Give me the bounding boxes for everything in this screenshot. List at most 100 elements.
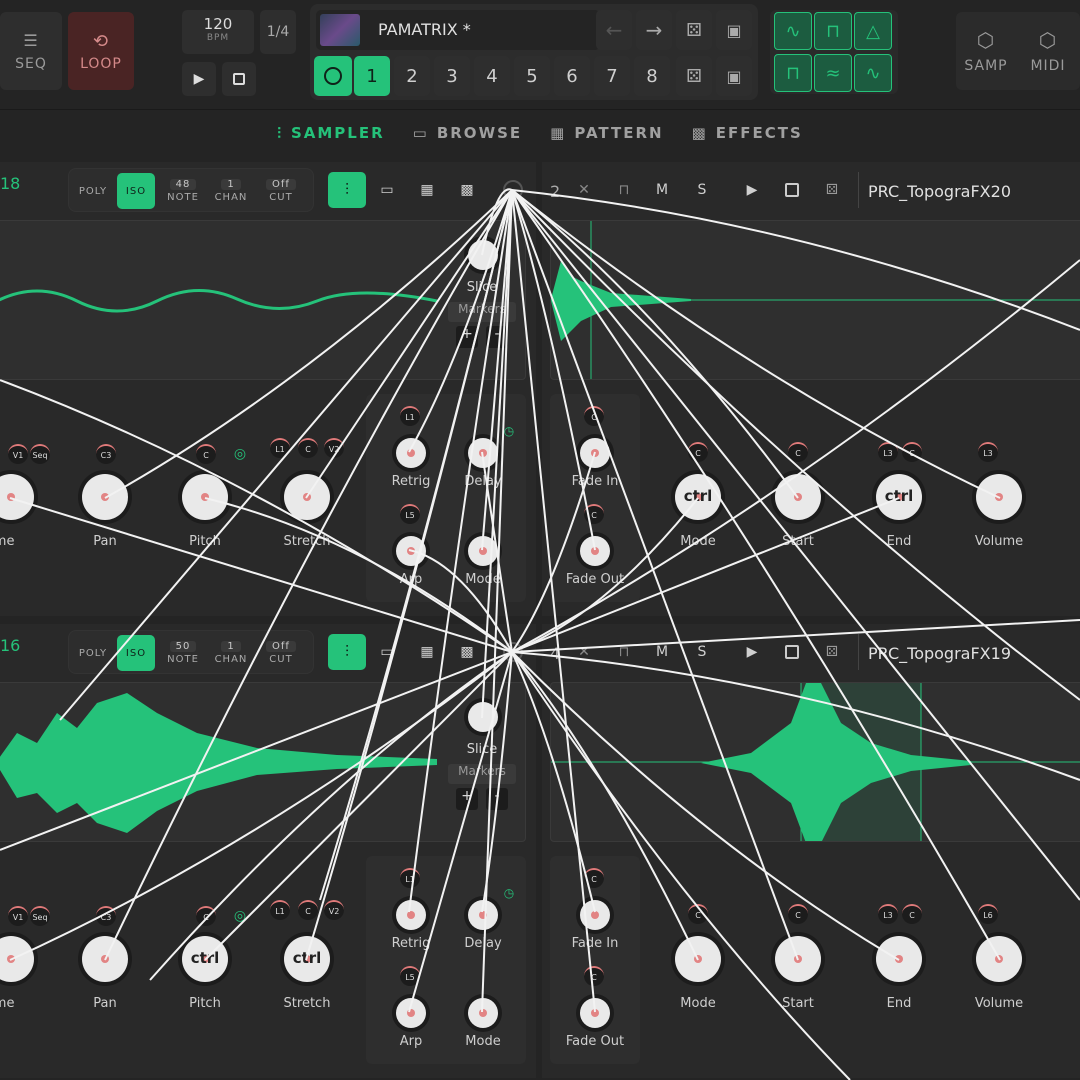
sampler-view-button[interactable]: ⫶	[328, 172, 366, 208]
dice-icon[interactable]: ⚄	[820, 640, 844, 664]
close-icon[interactable]: ✕	[572, 640, 596, 664]
add-marker-button[interactable]: +	[456, 788, 478, 810]
mod-tag[interactable]: L3	[978, 442, 998, 462]
lock-icon[interactable]: ⊓	[612, 178, 636, 202]
mod-tag[interactable]: C	[196, 906, 216, 926]
slice-knob[interactable]	[468, 702, 498, 732]
cut-select[interactable]: Off CUT	[259, 173, 303, 209]
pattern-slot-5[interactable]: 5	[514, 56, 550, 96]
start-knob[interactable]	[775, 474, 821, 520]
play-button[interactable]: ▶	[182, 62, 216, 96]
pattern-view-button[interactable]: ▦	[414, 176, 440, 204]
mod-tag[interactable]: L6	[978, 904, 998, 924]
mod-tag[interactable]: L3	[878, 904, 898, 924]
random-wave-icon[interactable]: ≈	[814, 54, 852, 92]
end-knob[interactable]: ctrl	[876, 474, 922, 520]
end-knob[interactable]	[876, 936, 922, 982]
remove-marker-button[interactable]: -	[486, 788, 508, 810]
stop-track-button[interactable]	[780, 640, 804, 664]
mute-button[interactable]: M	[650, 178, 674, 202]
randomize-preset-button[interactable]: ⚄	[676, 10, 712, 50]
fade-in-knob[interactable]	[580, 900, 610, 930]
stretch-knob[interactable]	[284, 474, 330, 520]
mod-tag[interactable]: C	[902, 904, 922, 924]
browse-view-button[interactable]: ▭	[374, 638, 400, 666]
mode-knob[interactable]: ctrl	[675, 474, 721, 520]
target-icon[interactable]: ◎	[228, 904, 252, 928]
volume-knob[interactable]	[976, 936, 1022, 982]
preset-selector[interactable]: PAMATRIX *	[316, 10, 600, 50]
sampler-view-button[interactable]: ⫶	[328, 634, 366, 670]
mod-tag[interactable]: L1	[400, 868, 420, 888]
bpm-display[interactable]: 120 BPM	[182, 10, 254, 54]
poly-button[interactable]: POLY	[73, 635, 113, 671]
volume-knob[interactable]	[0, 474, 34, 520]
iso-button[interactable]: ISO	[117, 173, 155, 209]
mod-tag[interactable]: C3	[96, 444, 116, 464]
mod-tag[interactable]: C3	[96, 906, 116, 926]
volume-knob[interactable]	[976, 474, 1022, 520]
solo-button[interactable]: S	[690, 178, 714, 202]
delay-knob[interactable]	[468, 900, 498, 930]
midi-button[interactable]: ⬡ MIDI	[1018, 12, 1078, 90]
pitch-knob[interactable]	[182, 474, 228, 520]
sine-wave-icon[interactable]: ∿	[774, 12, 812, 50]
pattern-slot-6[interactable]: 6	[554, 56, 590, 96]
mod-tag[interactable]: C	[584, 406, 604, 426]
tab-pattern[interactable]: ▦ PATTERN	[550, 124, 663, 142]
mod-tag[interactable]: C	[584, 868, 604, 888]
stretch-knob[interactable]: ctrl	[284, 936, 330, 982]
save-preset-button[interactable]: ▣	[716, 10, 752, 50]
mod-tag[interactable]: V2	[324, 438, 344, 458]
close-icon[interactable]: ✕	[572, 178, 596, 202]
mod-source-jack[interactable]	[500, 638, 526, 666]
retrig-knob[interactable]	[396, 438, 426, 468]
fade-out-knob[interactable]	[580, 536, 610, 566]
mod-tag[interactable]: V1	[8, 444, 28, 464]
play-track-button[interactable]: ▶	[740, 640, 764, 664]
mod-source-jack[interactable]	[500, 176, 526, 204]
save-pattern-button[interactable]: ▣	[716, 56, 752, 96]
mod-tag[interactable]: L5	[400, 504, 420, 524]
slice-knob[interactable]	[468, 240, 498, 270]
tab-sampler[interactable]: ⫶ SAMPLER	[277, 124, 384, 142]
channel-select[interactable]: 1 CHAN	[209, 635, 253, 671]
mod-tag[interactable]: C	[688, 442, 708, 462]
play-track-button[interactable]: ▶	[740, 178, 764, 202]
mod-tag[interactable]: Seq	[30, 906, 50, 926]
prev-preset-button[interactable]: ←	[596, 10, 632, 50]
remove-marker-button[interactable]: -	[486, 326, 508, 348]
cut-select[interactable]: Off CUT	[259, 635, 303, 671]
mode-knob[interactable]	[468, 536, 498, 566]
pulse-wave-icon[interactable]: ⊓	[774, 54, 812, 92]
mod-tag[interactable]: C	[196, 444, 216, 464]
start-knob[interactable]	[775, 936, 821, 982]
mod-tag[interactable]: L1	[270, 438, 290, 458]
note-select[interactable]: 48 NOTE	[161, 173, 205, 209]
clock-icon[interactable]: ◷	[500, 884, 518, 902]
sine-wave-alt-icon[interactable]: ∿	[854, 54, 892, 92]
pattern-slot-2[interactable]: 2	[394, 56, 430, 96]
fade-out-knob[interactable]	[580, 998, 610, 1028]
mode-knob[interactable]	[468, 998, 498, 1028]
tab-effects[interactable]: ▩ EFFECTS	[692, 124, 803, 142]
pattern-clock-button[interactable]	[314, 56, 352, 96]
triangle-wave-icon[interactable]: △	[854, 12, 892, 50]
mod-tag[interactable]: C	[584, 504, 604, 524]
waveform-display[interactable]	[0, 682, 526, 842]
mod-tag[interactable]: C	[298, 900, 318, 920]
mod-tag[interactable]: C	[788, 904, 808, 924]
samp-button[interactable]: ⬡ SAMP	[956, 12, 1016, 90]
pattern-slot-3[interactable]: 3	[434, 56, 470, 96]
square-wave-icon[interactable]: ⊓	[814, 12, 852, 50]
pattern-slot-4[interactable]: 4	[474, 56, 510, 96]
waveform-display[interactable]	[0, 220, 526, 380]
clock-icon[interactable]: ◷	[500, 422, 518, 440]
mod-tag[interactable]: L5	[400, 966, 420, 986]
target-icon[interactable]: ◎	[228, 442, 252, 466]
note-select[interactable]: 50 NOTE	[161, 635, 205, 671]
randomize-pattern-button[interactable]: ⚄	[676, 56, 712, 96]
solo-button[interactable]: S	[690, 640, 714, 664]
waveform-display[interactable]	[550, 682, 1080, 842]
sample-name[interactable]: PRC_TopograFX19	[868, 644, 1011, 663]
